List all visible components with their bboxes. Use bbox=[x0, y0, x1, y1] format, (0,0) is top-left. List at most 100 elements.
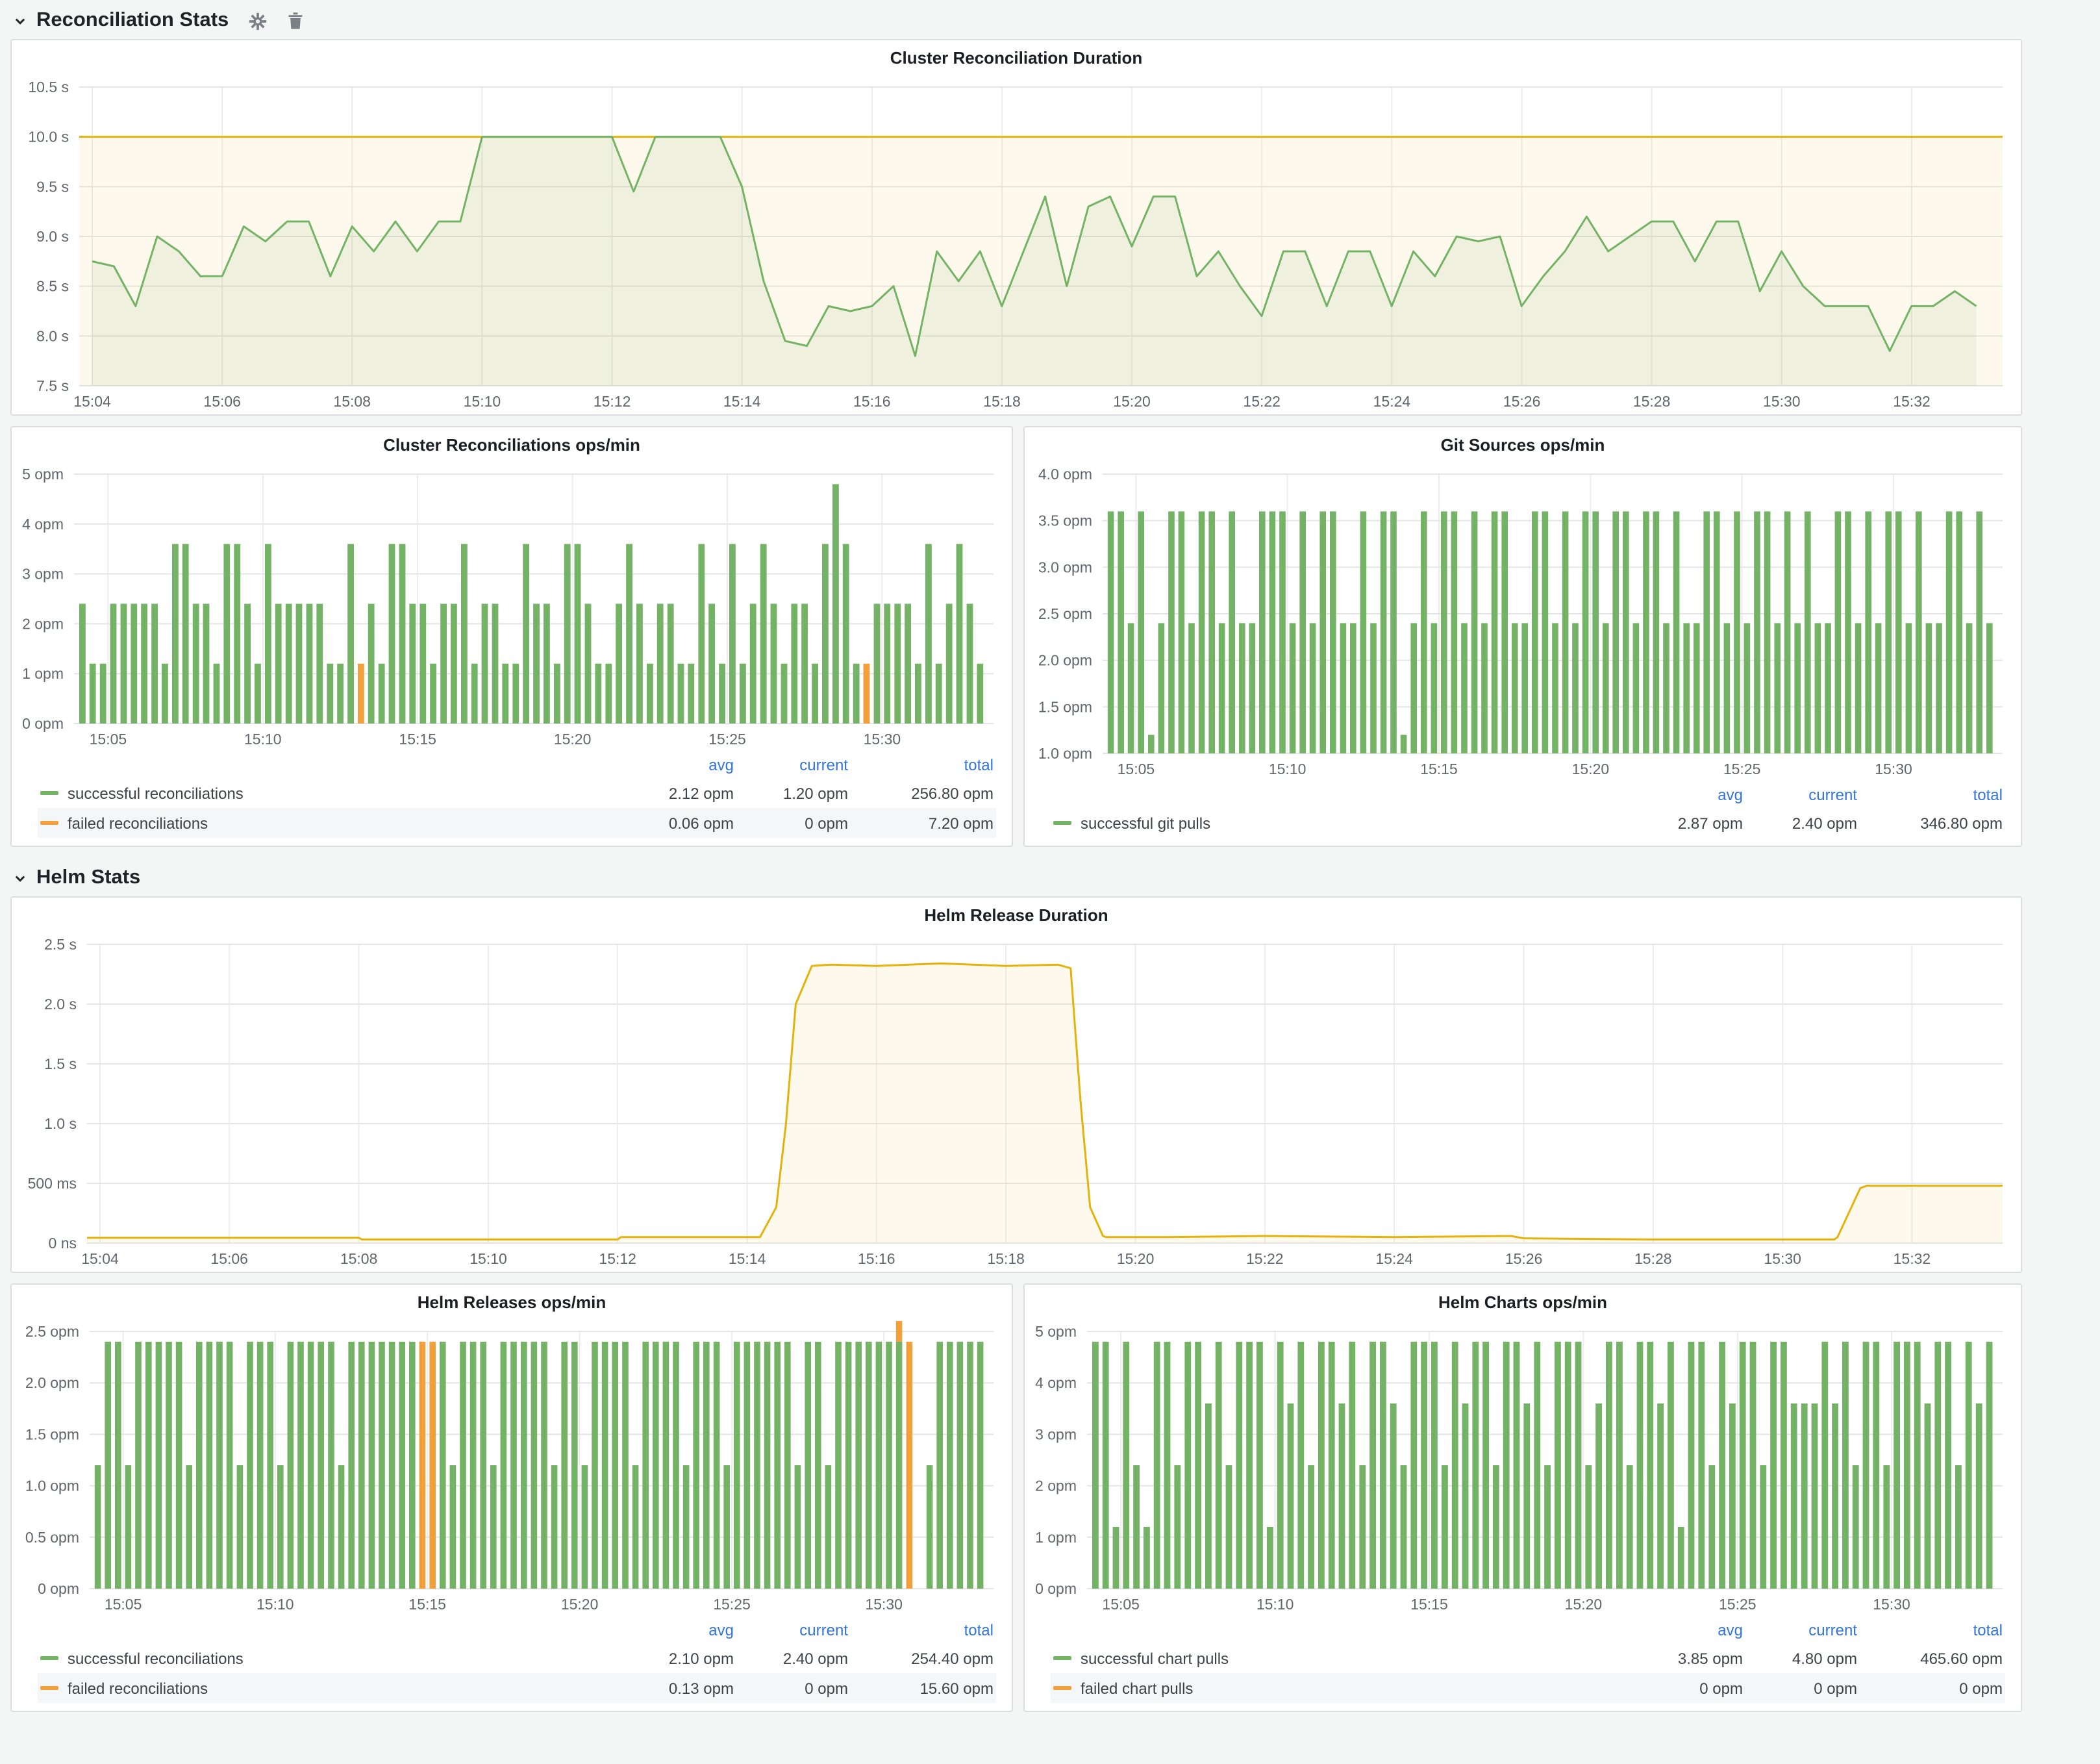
panel-title-cluster-reconciliation-duration[interactable]: Cluster Reconciliation Duration bbox=[12, 40, 2021, 77]
series-label[interactable]: successful reconciliations bbox=[68, 1649, 244, 1667]
gear-icon[interactable] bbox=[248, 11, 268, 31]
svg-text:15:10: 15:10 bbox=[1256, 1596, 1294, 1613]
legend-avg-value: 0 opm bbox=[1619, 1679, 1743, 1697]
svg-text:2 opm: 2 opm bbox=[22, 615, 64, 632]
legend-col-total[interactable]: total bbox=[848, 1621, 994, 1639]
trash-icon[interactable] bbox=[287, 12, 304, 30]
section-header-helm-stats[interactable]: Helm Stats bbox=[0, 857, 2100, 896]
legend-total-value: 15.60 opm bbox=[848, 1679, 994, 1697]
svg-text:15:20: 15:20 bbox=[561, 1596, 599, 1613]
legend-header: avg current total bbox=[38, 752, 996, 778]
legend-col-avg[interactable]: avg bbox=[610, 756, 734, 774]
series-label[interactable]: successful reconciliations bbox=[68, 784, 244, 802]
svg-text:15:30: 15:30 bbox=[865, 1596, 903, 1613]
svg-text:15:06: 15:06 bbox=[203, 393, 241, 410]
legend-row-successful-reconciliations: successful reconciliations 2.12 opm 1.20… bbox=[38, 778, 996, 808]
svg-text:15:14: 15:14 bbox=[729, 1250, 766, 1267]
panel-title-helm-release-duration[interactable]: Helm Release Duration bbox=[12, 898, 2021, 934]
svg-text:15:26: 15:26 bbox=[1503, 393, 1541, 410]
svg-text:15:15: 15:15 bbox=[408, 1596, 446, 1613]
panel-title-cluster-reconciliations[interactable]: Cluster Reconciliations ops/min bbox=[12, 427, 1012, 464]
svg-text:15:15: 15:15 bbox=[399, 731, 436, 748]
legend-col-avg[interactable]: avg bbox=[1619, 786, 1743, 804]
series-swatch bbox=[40, 1656, 58, 1660]
svg-text:15:06: 15:06 bbox=[210, 1250, 248, 1267]
series-label[interactable]: successful git pulls bbox=[1081, 814, 1210, 832]
svg-text:15:18: 15:18 bbox=[983, 393, 1021, 410]
svg-text:15:15: 15:15 bbox=[1410, 1596, 1448, 1613]
svg-text:2.0 opm: 2.0 opm bbox=[1038, 652, 1092, 669]
svg-text:15:10: 15:10 bbox=[1269, 761, 1306, 777]
chart-helm-releases[interactable]: 2.5 opm2.0 opm1.5 opm1.0 opm0.5 opm0 opm… bbox=[12, 1321, 1012, 1617]
svg-text:15:24: 15:24 bbox=[1375, 1250, 1413, 1267]
legend-helm-releases: avg current total successful reconciliat… bbox=[12, 1617, 1012, 1711]
svg-text:0.5 opm: 0.5 opm bbox=[25, 1529, 79, 1546]
svg-text:15:25: 15:25 bbox=[1723, 761, 1761, 777]
legend-current-value: 0 opm bbox=[734, 814, 848, 832]
legend-col-total[interactable]: total bbox=[1857, 1621, 2003, 1639]
svg-text:15:30: 15:30 bbox=[1763, 393, 1801, 410]
legend-col-current[interactable]: current bbox=[1743, 786, 1857, 804]
legend-total-value: 465.60 opm bbox=[1857, 1649, 2003, 1667]
svg-text:2.5 opm: 2.5 opm bbox=[1038, 605, 1092, 622]
svg-text:15:20: 15:20 bbox=[1113, 393, 1151, 410]
svg-text:8.0 s: 8.0 s bbox=[36, 327, 69, 344]
legend-col-avg[interactable]: avg bbox=[1619, 1621, 1743, 1639]
series-label[interactable]: failed reconciliations bbox=[68, 814, 208, 832]
svg-text:15:32: 15:32 bbox=[1893, 393, 1931, 410]
panel-title-helm-releases[interactable]: Helm Releases ops/min bbox=[12, 1285, 1012, 1321]
series-label[interactable]: successful chart pulls bbox=[1081, 1649, 1229, 1667]
svg-text:15:10: 15:10 bbox=[464, 393, 501, 410]
legend-col-current[interactable]: current bbox=[734, 756, 848, 774]
legend-col-total[interactable]: total bbox=[848, 756, 994, 774]
legend-header: avg current total bbox=[1051, 1617, 2005, 1643]
svg-text:15:22: 15:22 bbox=[1243, 393, 1281, 410]
svg-text:15:32: 15:32 bbox=[1894, 1250, 1931, 1267]
svg-text:15:30: 15:30 bbox=[1764, 1250, 1801, 1267]
legend-row-successful-git-pulls: successful git pulls 2.87 opm 2.40 opm 3… bbox=[1051, 808, 2005, 838]
chart-cluster-reconciliations[interactable]: 5 opm4 opm3 opm2 opm1 opm0 opm15:0515:10… bbox=[12, 464, 1012, 752]
svg-text:2.0 s: 2.0 s bbox=[44, 996, 77, 1013]
series-label[interactable]: failed reconciliations bbox=[68, 1679, 208, 1697]
section-title-reconciliation-stats[interactable]: Reconciliation Stats bbox=[36, 9, 229, 32]
panel-helm-releases-opm: Helm Releases ops/min 2.5 opm2.0 opm1.5 … bbox=[10, 1283, 1013, 1712]
legend-avg-value: 0.06 opm bbox=[610, 814, 734, 832]
svg-text:0 ns: 0 ns bbox=[49, 1235, 77, 1252]
section-title-helm-stats[interactable]: Helm Stats bbox=[36, 866, 140, 890]
svg-text:8.5 s: 8.5 s bbox=[36, 278, 69, 295]
legend-avg-value: 2.87 opm bbox=[1619, 814, 1743, 832]
chart-git-sources[interactable]: 4.0 opm3.5 opm3.0 opm2.5 opm2.0 opm1.5 o… bbox=[1025, 464, 2021, 782]
section-header-reconciliation-stats[interactable]: Reconciliation Stats bbox=[0, 0, 2100, 39]
svg-text:7.5 s: 7.5 s bbox=[36, 377, 69, 394]
panel-cluster-reconciliations-opm: Cluster Reconciliations ops/min 5 opm4 o… bbox=[10, 426, 1013, 847]
legend-col-total[interactable]: total bbox=[1857, 786, 2003, 804]
legend-col-current[interactable]: current bbox=[734, 1621, 848, 1639]
svg-text:1 opm: 1 opm bbox=[1035, 1529, 1077, 1546]
svg-text:2.0 opm: 2.0 opm bbox=[25, 1374, 79, 1391]
panel-title-git-sources[interactable]: Git Sources ops/min bbox=[1025, 427, 2021, 464]
svg-text:5 opm: 5 opm bbox=[1035, 1323, 1077, 1340]
svg-text:15:15: 15:15 bbox=[1420, 761, 1458, 777]
legend-avg-value: 2.10 opm bbox=[610, 1649, 734, 1667]
legend-total-value: 346.80 opm bbox=[1857, 814, 2003, 832]
series-label[interactable]: failed chart pulls bbox=[1081, 1679, 1193, 1697]
chart-helm-release-duration[interactable]: 2.5 s2.0 s1.5 s1.0 s500 ms0 ns15:0415:06… bbox=[12, 934, 2021, 1272]
svg-text:15:10: 15:10 bbox=[244, 731, 282, 748]
grafana-dashboard: Reconciliation Stats Cluster Reconciliat… bbox=[0, 0, 2100, 1764]
svg-text:15:05: 15:05 bbox=[90, 731, 127, 748]
svg-text:15:08: 15:08 bbox=[340, 1250, 378, 1267]
legend-row-failed-reconciliations: failed reconciliations 0.13 opm 0 opm 15… bbox=[38, 1673, 996, 1703]
panel-title-helm-charts[interactable]: Helm Charts ops/min bbox=[1025, 1285, 2021, 1321]
legend-row-failed-chart-pulls: failed chart pulls 0 opm 0 opm 0 opm bbox=[1051, 1673, 2005, 1703]
panel-helm-release-duration: Helm Release Duration 2.5 s2.0 s1.5 s1.0… bbox=[10, 896, 2022, 1273]
chart-cluster-reconciliation-duration[interactable]: 10.5 s10.0 s9.5 s9.0 s8.5 s8.0 s7.5 s15:… bbox=[12, 77, 2021, 414]
chart-helm-charts[interactable]: 5 opm4 opm3 opm2 opm1 opm0 opm15:0515:10… bbox=[1025, 1321, 2021, 1617]
series-swatch bbox=[40, 821, 58, 825]
svg-text:15:16: 15:16 bbox=[853, 393, 891, 410]
legend-col-current[interactable]: current bbox=[1743, 1621, 1857, 1639]
svg-text:10.5 s: 10.5 s bbox=[28, 79, 69, 95]
legend-col-avg[interactable]: avg bbox=[610, 1621, 734, 1639]
svg-text:15:20: 15:20 bbox=[1565, 1596, 1603, 1613]
series-swatch bbox=[40, 1686, 58, 1690]
legend-avg-value: 2.12 opm bbox=[610, 784, 734, 802]
